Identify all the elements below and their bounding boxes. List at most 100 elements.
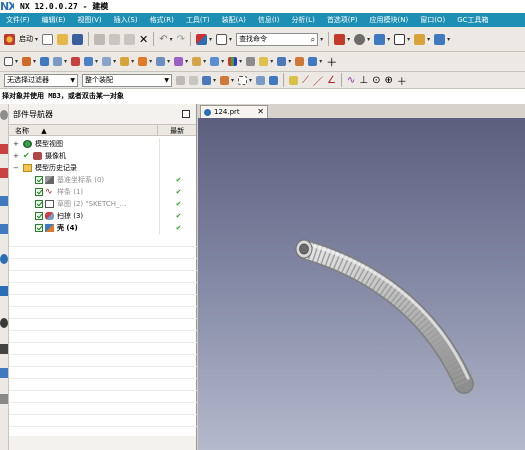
snap-quadrant-icon[interactable]: ⊕ bbox=[385, 75, 393, 86]
snap-curve-icon[interactable]: ∿ bbox=[347, 75, 355, 86]
unite-icon[interactable] bbox=[71, 57, 81, 66]
history-palette-icon[interactable] bbox=[0, 286, 8, 296]
hole-icon[interactable] bbox=[53, 57, 63, 66]
assembly-navigator-icon[interactable] bbox=[0, 144, 8, 154]
snap-midpoint-icon[interactable]: ∠ bbox=[327, 75, 336, 86]
snap-endpoint-icon[interactable]: ／ bbox=[313, 73, 323, 88]
menu-insert[interactable]: 插入(S) bbox=[108, 13, 144, 27]
snap-center-icon[interactable]: ⊙ bbox=[372, 75, 380, 86]
chevron-down-icon[interactable]: ▾ bbox=[319, 58, 322, 65]
history-icon[interactable] bbox=[0, 318, 8, 328]
snap-intersection-icon[interactable]: ⊥ bbox=[359, 75, 368, 86]
chevron-down-icon[interactable]: ▾ bbox=[288, 58, 291, 65]
chevron-down-icon[interactable]: ▾ bbox=[221, 58, 224, 65]
visibility-checkbox[interactable] bbox=[35, 212, 43, 220]
paste-icon[interactable] bbox=[124, 33, 136, 45]
snap-point-icon[interactable] bbox=[289, 75, 299, 85]
orient-view-icon[interactable] bbox=[414, 33, 426, 45]
menu-gc-toolkit[interactable]: GC工具箱 bbox=[451, 13, 494, 27]
filter-icon[interactable] bbox=[202, 75, 211, 85]
menu-application[interactable]: 应用模块(N) bbox=[364, 13, 415, 27]
tree-row-spline[interactable]: ∿ 样条 (1) ✔ bbox=[9, 186, 197, 198]
chamfer-icon[interactable] bbox=[120, 57, 130, 66]
show-hide-icon[interactable] bbox=[259, 57, 269, 66]
sketch-tool-icon[interactable] bbox=[4, 57, 13, 66]
close-tab-icon[interactable]: ✕ bbox=[257, 106, 264, 118]
model-view[interactable] bbox=[198, 118, 525, 450]
chevron-down-icon[interactable]: ▾ bbox=[170, 36, 173, 43]
tree-row-model-views[interactable]: + 模型视图 bbox=[9, 138, 197, 150]
start-icon[interactable] bbox=[4, 33, 15, 45]
chevron-down-icon[interactable]: ▾ bbox=[131, 58, 134, 65]
cut-icon[interactable] bbox=[94, 33, 106, 45]
chevron-down-icon[interactable]: ▾ bbox=[33, 58, 36, 65]
chevron-down-icon[interactable]: ▾ bbox=[213, 77, 216, 84]
undo-icon[interactable]: ↶ bbox=[159, 34, 167, 45]
chevron-down-icon[interactable]: ▾ bbox=[387, 36, 390, 43]
trim-body-icon[interactable] bbox=[210, 57, 220, 66]
chevron-down-icon[interactable]: ▾ bbox=[113, 58, 116, 65]
menu-analysis[interactable]: 分析(L) bbox=[285, 13, 320, 27]
chevron-down-icon[interactable]: ▾ bbox=[447, 36, 450, 43]
chevron-down-icon[interactable]: ▾ bbox=[209, 36, 212, 43]
clip-section-icon[interactable] bbox=[434, 33, 446, 45]
graphics-window[interactable] bbox=[198, 118, 525, 450]
settings-icon[interactable] bbox=[0, 110, 8, 120]
layer-icon[interactable] bbox=[246, 57, 256, 66]
color-palette-icon[interactable] bbox=[228, 57, 238, 66]
visibility-checkbox[interactable] bbox=[35, 176, 43, 184]
visibility-checkbox[interactable] bbox=[35, 224, 43, 232]
csys-icon[interactable] bbox=[196, 33, 208, 45]
part-tab[interactable]: 124.prt ✕ bbox=[200, 105, 268, 118]
tree-row-datum-csys[interactable]: 基准坐标系 (0) ✔ bbox=[9, 174, 197, 186]
constraint-navigator-icon[interactable] bbox=[0, 168, 8, 178]
start-menu-label[interactable]: 启动 bbox=[19, 34, 33, 44]
chevron-down-icon[interactable]: ▾ bbox=[367, 36, 370, 43]
chevron-down-icon[interactable]: ▾ bbox=[149, 58, 152, 65]
extrude-icon[interactable] bbox=[22, 57, 32, 66]
datum-plane-icon[interactable] bbox=[192, 57, 202, 66]
maximize-icon[interactable] bbox=[182, 110, 190, 118]
tree-row-shell[interactable]: 壳 (4) ✔ bbox=[9, 222, 197, 234]
chevron-down-icon[interactable]: ▾ bbox=[347, 36, 350, 43]
save-icon[interactable] bbox=[72, 33, 84, 45]
window-icon[interactable] bbox=[216, 33, 228, 45]
chevron-down-icon[interactable]: ▾ bbox=[231, 77, 234, 84]
menu-format[interactable]: 格式(R) bbox=[144, 13, 180, 27]
visibility-checkbox[interactable] bbox=[35, 188, 43, 196]
chevron-down-icon[interactable]: ▾ bbox=[15, 58, 18, 65]
measure-icon[interactable] bbox=[277, 57, 287, 66]
select-all-icon[interactable] bbox=[176, 75, 185, 85]
pattern-icon[interactable] bbox=[156, 57, 166, 66]
menu-assemblies[interactable]: 装配(A) bbox=[216, 13, 252, 27]
box-select-icon[interactable] bbox=[238, 75, 248, 85]
chevron-down-icon[interactable]: ▾ bbox=[203, 58, 206, 65]
web-browser-icon[interactable] bbox=[0, 254, 8, 264]
collapse-icon[interactable]: − bbox=[13, 164, 20, 172]
view-frame-icon[interactable] bbox=[394, 33, 406, 45]
shell-tool-icon[interactable] bbox=[138, 57, 148, 66]
menu-information[interactable]: 信息(I) bbox=[252, 13, 286, 27]
column-header-name[interactable]: 名称 ▲ bbox=[9, 125, 159, 135]
chevron-down-icon[interactable]: ▾ bbox=[320, 36, 323, 43]
expand-icon[interactable]: + bbox=[13, 140, 20, 148]
select-feature-icon[interactable] bbox=[256, 75, 266, 85]
snap-line-icon[interactable]: ⟋ bbox=[302, 75, 309, 86]
visibility-checkbox[interactable] bbox=[35, 200, 43, 208]
visibility-check-icon[interactable]: ✔ bbox=[23, 150, 30, 162]
shell-body[interactable] bbox=[296, 240, 474, 394]
tree-row-model-history[interactable]: − 模型历史记录 bbox=[9, 162, 197, 174]
new-file-icon[interactable] bbox=[42, 33, 54, 45]
menu-edit[interactable]: 编辑(E) bbox=[36, 13, 72, 27]
system-materials-icon[interactable] bbox=[0, 394, 8, 404]
reuse-library-icon[interactable] bbox=[0, 224, 8, 234]
chevron-down-icon[interactable]: ▾ bbox=[249, 77, 252, 84]
expand-icon[interactable]: + bbox=[13, 152, 20, 160]
add-icon[interactable]: ＋ bbox=[326, 54, 337, 70]
command-search-input[interactable]: 查找命令 ⌕ bbox=[236, 32, 319, 46]
section-view-icon[interactable] bbox=[308, 57, 318, 66]
render-style-icon[interactable] bbox=[354, 33, 366, 45]
menu-window[interactable]: 窗口(O) bbox=[414, 13, 451, 27]
chevron-down-icon[interactable]: ▾ bbox=[407, 36, 410, 43]
search-icon[interactable]: ⌕ bbox=[311, 34, 315, 45]
